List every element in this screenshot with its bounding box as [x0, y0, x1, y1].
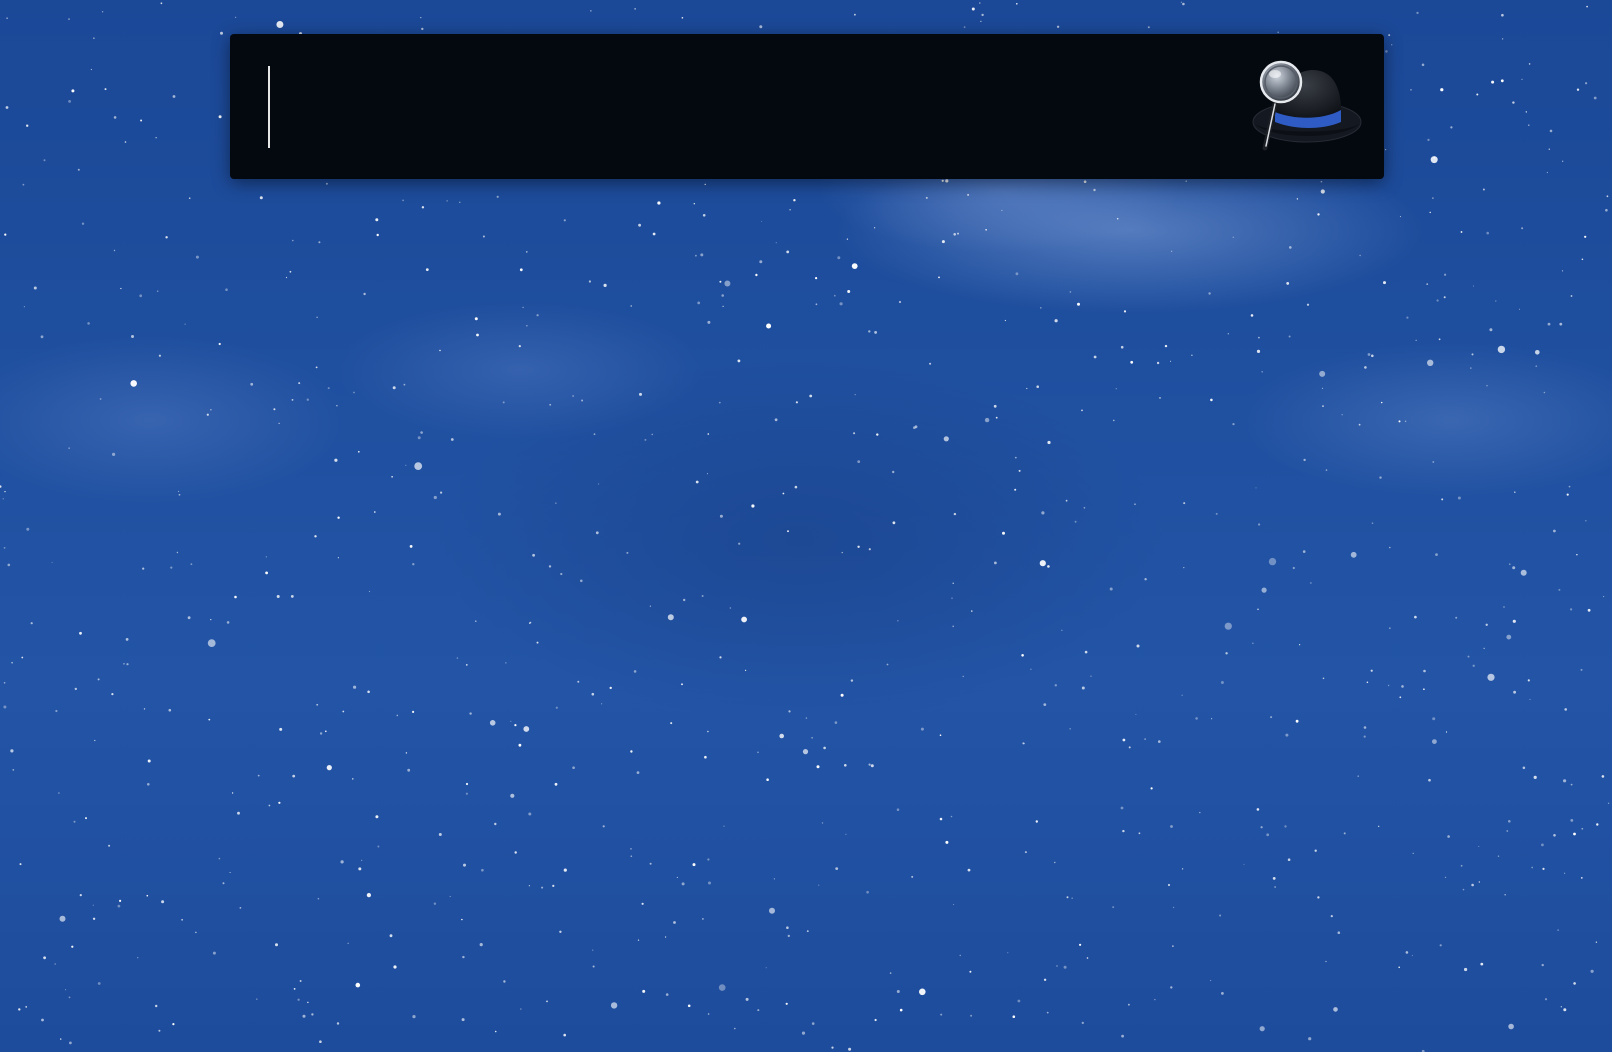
alfred-hat-magnifier-icon[interactable] [1245, 60, 1363, 154]
search-input[interactable] [266, 60, 1256, 152]
launcher-window [230, 34, 1384, 179]
text-caret [268, 66, 270, 148]
